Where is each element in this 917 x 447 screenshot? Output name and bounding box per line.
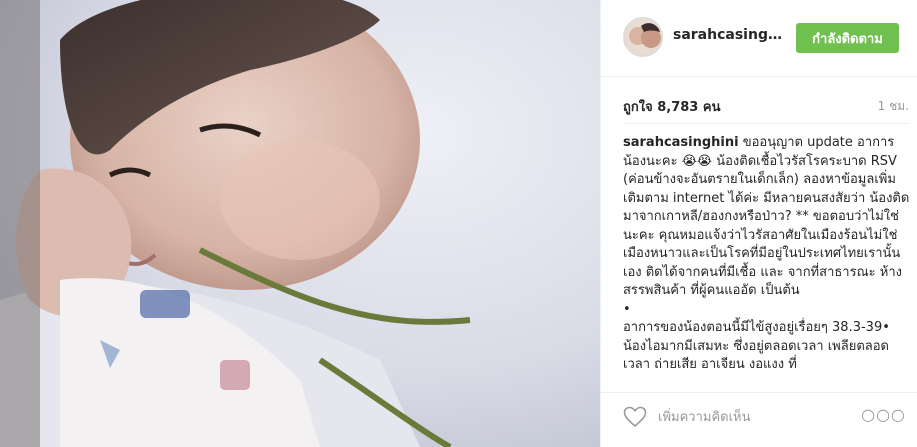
comment-input[interactable] — [658, 407, 858, 427]
post-sidebar: sarahcasinghi... กำลังติดตาม ถูกใจ 8,783… — [600, 0, 917, 447]
caption-text: ขออนุญาต update อาการน้องนะคะ 😭😭 น้องติด… — [623, 135, 910, 372]
caption-username[interactable]: sarahcasinghini — [623, 135, 739, 150]
post-timestamp[interactable]: 1 ชม. — [878, 97, 909, 116]
baby-photo-illustration — [0, 0, 600, 447]
username-link[interactable]: sarahcasinghi... — [673, 27, 789, 43]
post-footer: ○○○ — [601, 392, 917, 447]
post-meta: ถูกใจ 8,783 คน 1 ชม. — [623, 96, 909, 116]
post-photo[interactable] — [0, 0, 600, 447]
like-count[interactable]: ถูกใจ 8,783 คน — [623, 96, 720, 117]
avatar-image — [624, 18, 662, 56]
divider — [623, 123, 909, 124]
following-button[interactable]: กำลังติดตาม — [796, 23, 899, 53]
post-header: sarahcasinghi... กำลังติดตาม — [601, 0, 917, 77]
caption: sarahcasinghini ขออนุญาต update อาการน้อ… — [623, 134, 913, 384]
heart-icon[interactable] — [623, 406, 647, 428]
more-options-icon[interactable]: ○○○ — [861, 405, 906, 424]
avatar[interactable] — [623, 17, 663, 57]
